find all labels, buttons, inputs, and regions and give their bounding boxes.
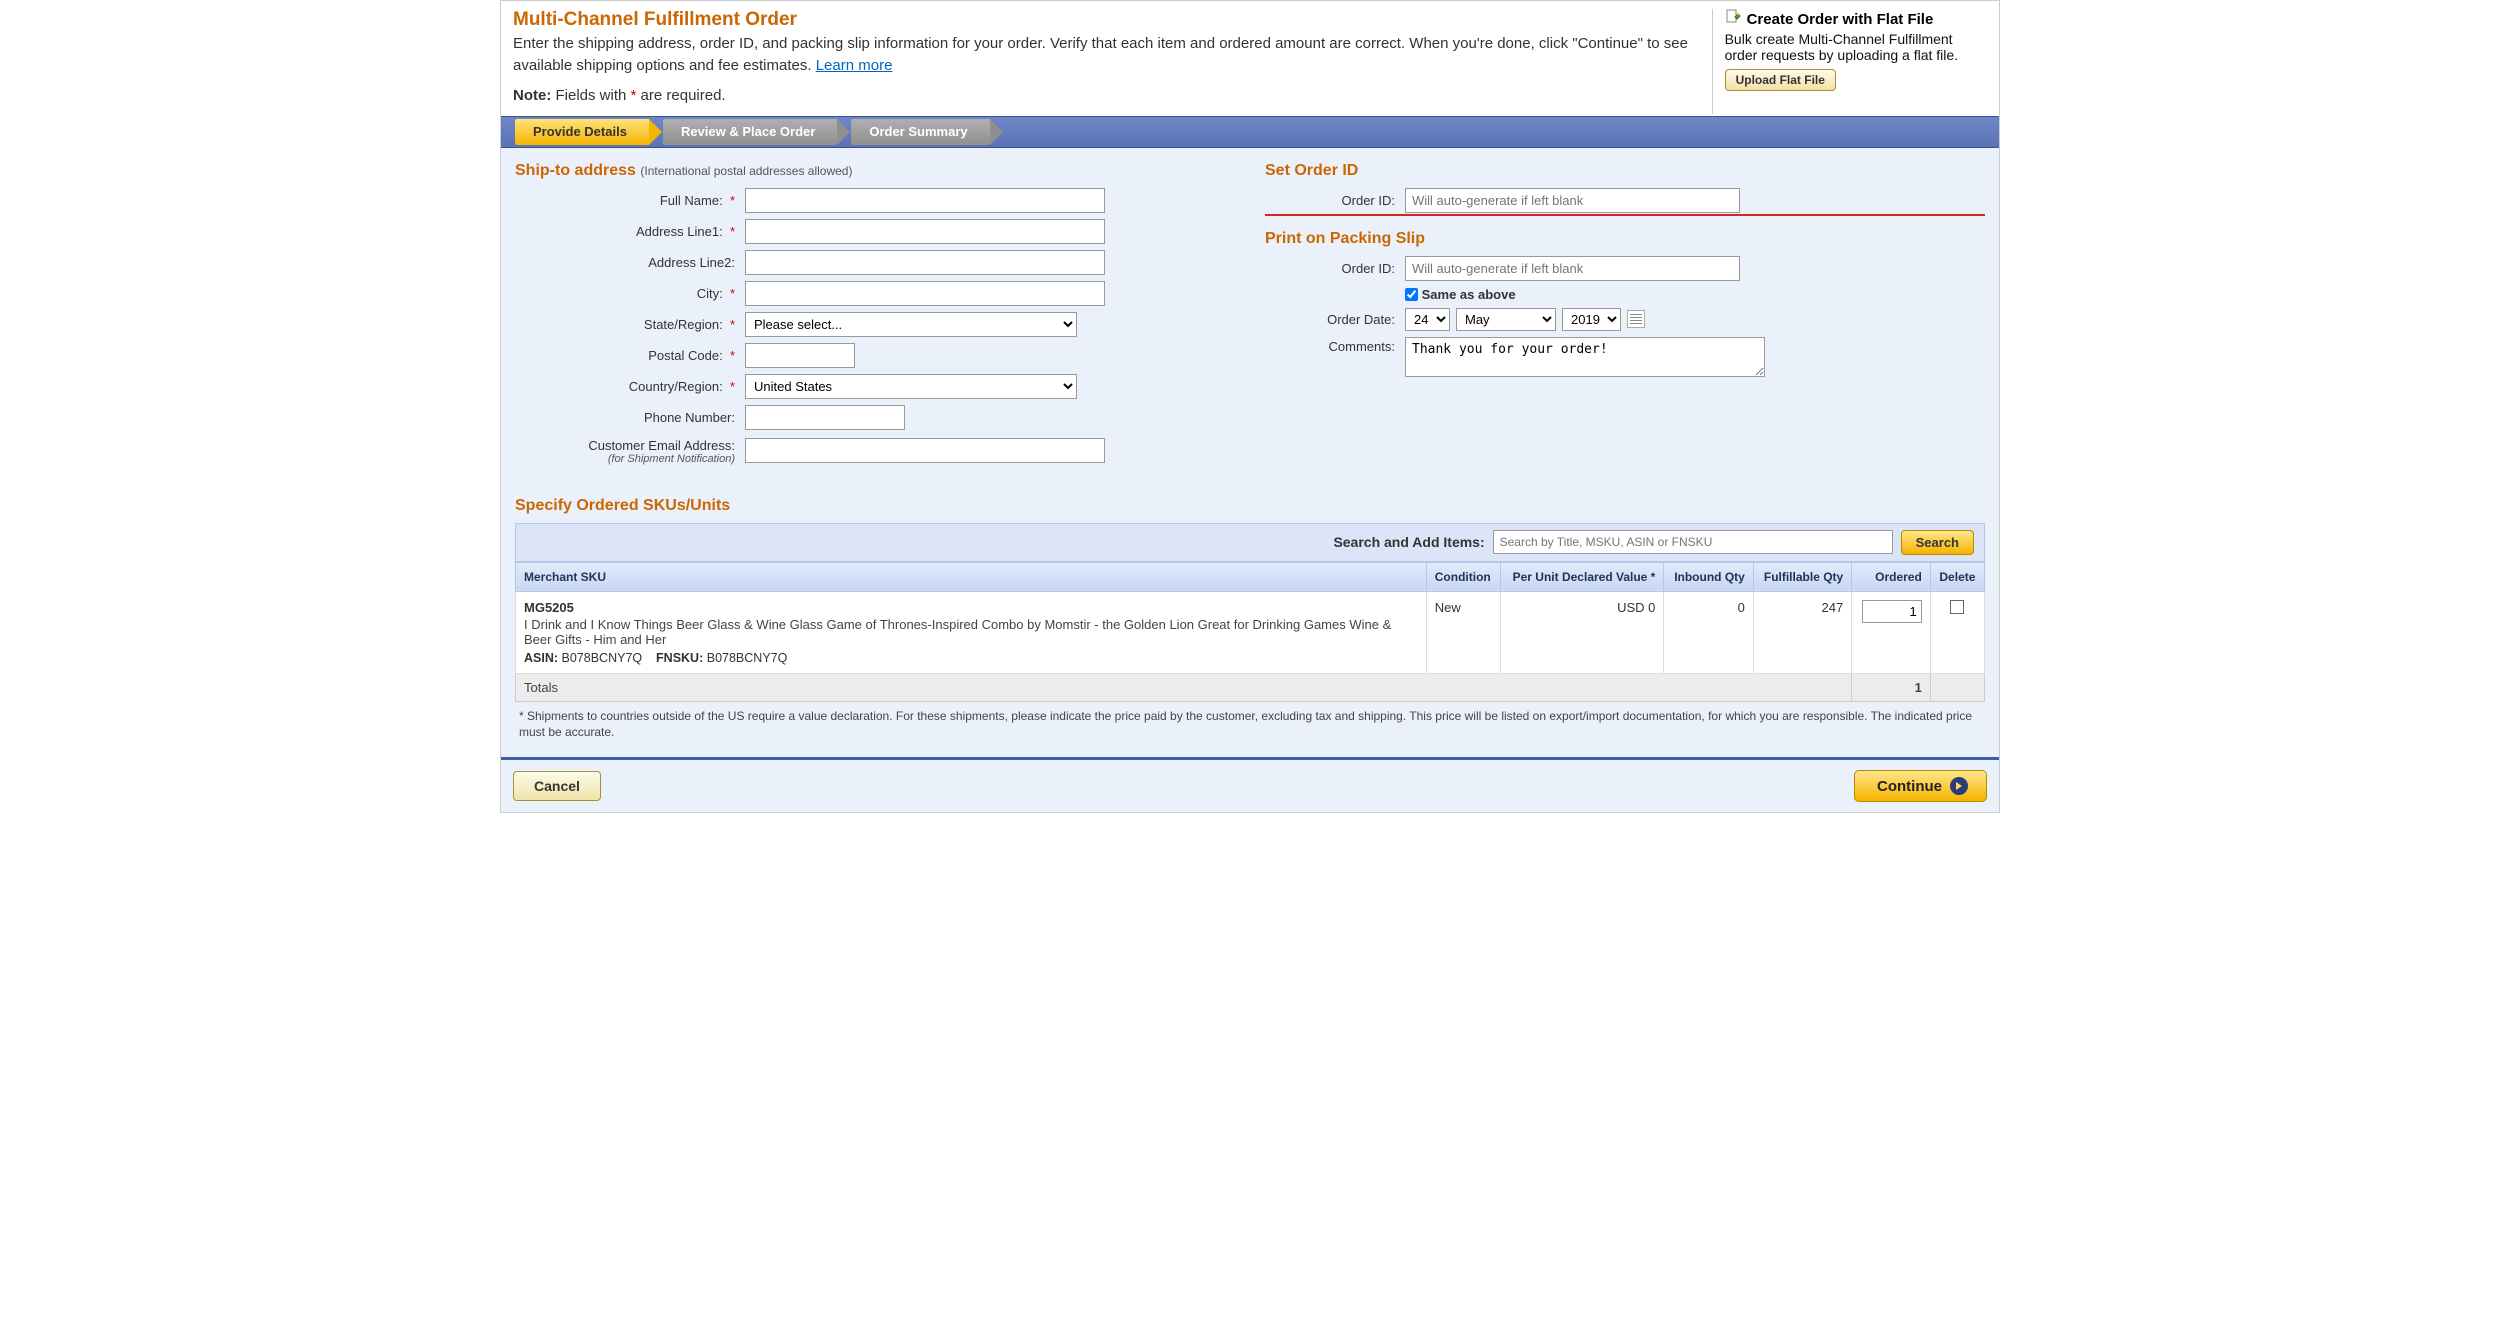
- address1-input[interactable]: [745, 219, 1105, 244]
- skus-title: Specify Ordered SKUs/Units: [515, 497, 1985, 515]
- cancel-button[interactable]: Cancel: [513, 771, 601, 801]
- page-title: Multi-Channel Fulfillment Order: [513, 9, 1692, 31]
- row-delete-checkbox[interactable]: [1950, 600, 1964, 614]
- upload-flat-file-button[interactable]: Upload Flat File: [1725, 69, 1836, 91]
- flat-file-title: Create Order with Flat File: [1747, 11, 1934, 28]
- packing-slip-title: Print on Packing Slip: [1265, 230, 1985, 248]
- comments-textarea[interactable]: Thank you for your order!: [1405, 337, 1765, 377]
- order-date-label: Order Date:: [1265, 312, 1405, 327]
- full-name-label: Full Name: *: [515, 193, 745, 208]
- postal-input[interactable]: [745, 343, 855, 368]
- row-msku: MG5205: [524, 600, 1418, 615]
- col-declared-value: Per Unit Declared Value *: [1501, 562, 1664, 591]
- city-input[interactable]: [745, 281, 1105, 306]
- address2-input[interactable]: [745, 250, 1105, 275]
- search-button[interactable]: Search: [1901, 530, 1974, 555]
- col-delete: Delete: [1930, 562, 1984, 591]
- flat-file-icon: [1725, 9, 1741, 29]
- postal-label: Postal Code: *: [515, 348, 745, 363]
- col-merchant-sku: Merchant SKU: [516, 562, 1427, 591]
- col-ordered: Ordered: [1852, 562, 1931, 591]
- phone-input[interactable]: [745, 405, 905, 430]
- email-input[interactable]: [745, 438, 1105, 463]
- order-date-year[interactable]: 2019: [1562, 308, 1621, 331]
- row-ids: ASIN: B078BCNY7Q FNSKU: B078BCNY7Q: [524, 651, 1418, 665]
- shipto-title: Ship-to address (International postal ad…: [515, 162, 1235, 180]
- address1-label: Address Line1: *: [515, 224, 745, 239]
- flat-file-desc: Bulk create Multi-Channel Fulfillment or…: [1725, 31, 1987, 63]
- row-desc: I Drink and I Know Things Beer Glass & W…: [524, 617, 1418, 647]
- col-inbound-qty: Inbound Qty: [1664, 562, 1753, 591]
- phone-label: Phone Number:: [515, 410, 745, 425]
- packing-order-id-input[interactable]: [1405, 256, 1740, 281]
- order-id-input[interactable]: [1405, 188, 1740, 213]
- same-as-above-label: Same as above: [1422, 287, 1516, 302]
- order-id-label: Order ID:: [1265, 193, 1405, 208]
- country-label: Country/Region: *: [515, 379, 745, 394]
- row-inbound: 0: [1664, 591, 1753, 673]
- required-note: Note: Fields with * are required.: [513, 87, 1692, 104]
- step-bar: Provide Details Review & Place Order Ord…: [501, 116, 1999, 148]
- declaration-footnote: * Shipments to countries outside of the …: [515, 702, 1985, 752]
- search-items-input[interactable]: [1493, 530, 1893, 554]
- country-select[interactable]: United States: [745, 374, 1077, 399]
- row-fulfillable: 247: [1753, 591, 1851, 673]
- row-condition: New: [1426, 591, 1501, 673]
- address2-label: Address Line2:: [515, 255, 745, 270]
- row-declared: USD 0: [1501, 591, 1664, 673]
- totals-value: 1: [1852, 673, 1931, 701]
- intro-text: Enter the shipping address, order ID, an…: [513, 35, 1688, 74]
- learn-more-link[interactable]: Learn more: [816, 57, 893, 74]
- comments-label: Comments:: [1265, 337, 1405, 354]
- same-as-above-checkbox[interactable]: [1405, 288, 1418, 301]
- state-select[interactable]: Please select...: [745, 312, 1077, 337]
- totals-label: Totals: [516, 673, 1852, 701]
- order-date-day[interactable]: 24: [1405, 308, 1450, 331]
- step-provide-details[interactable]: Provide Details: [515, 119, 649, 145]
- set-order-id-title: Set Order ID: [1265, 162, 1985, 180]
- calendar-icon[interactable]: [1627, 310, 1645, 328]
- col-fulfillable-qty: Fulfillable Qty: [1753, 562, 1851, 591]
- col-condition: Condition: [1426, 562, 1501, 591]
- search-add-label: Search and Add Items:: [1333, 534, 1484, 550]
- items-table: Merchant SKU Condition Per Unit Declared…: [515, 562, 1985, 702]
- packing-order-id-label: Order ID:: [1265, 261, 1405, 276]
- full-name-input[interactable]: [745, 188, 1105, 213]
- order-date-month[interactable]: May: [1456, 308, 1556, 331]
- page-intro: Enter the shipping address, order ID, an…: [513, 33, 1692, 77]
- continue-button[interactable]: Continue: [1854, 770, 1987, 802]
- row-ordered-input[interactable]: [1862, 600, 1922, 623]
- email-label: Customer Email Address: (for Shipment No…: [515, 436, 745, 465]
- city-label: City: *: [515, 286, 745, 301]
- state-label: State/Region: *: [515, 317, 745, 332]
- step-review-place-order[interactable]: Review & Place Order: [663, 119, 837, 145]
- step-order-summary[interactable]: Order Summary: [851, 119, 989, 145]
- arrow-right-icon: [1950, 777, 1968, 795]
- table-row: MG5205 I Drink and I Know Things Beer Gl…: [516, 591, 1985, 673]
